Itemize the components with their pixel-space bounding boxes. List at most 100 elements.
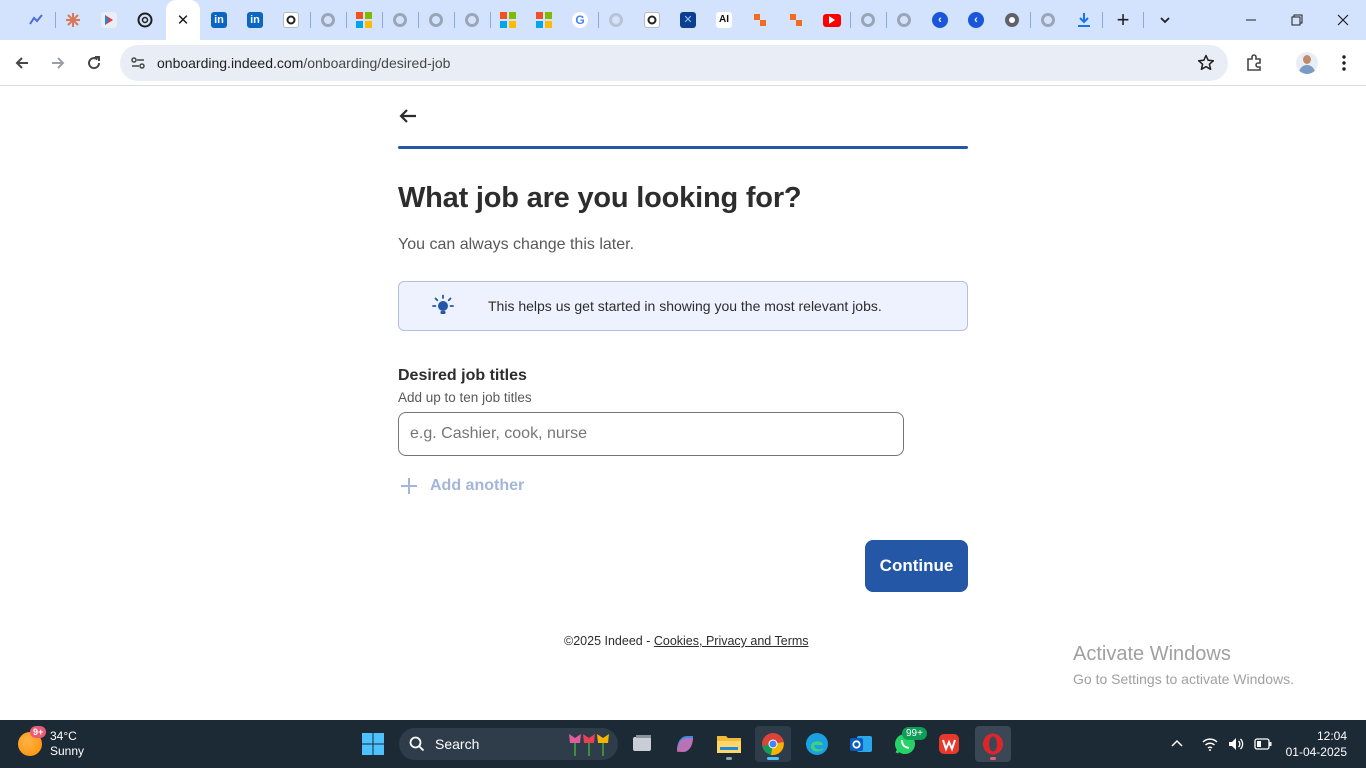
youtube-icon: [823, 13, 841, 27]
edge-button[interactable]: [799, 726, 835, 762]
tab-29[interactable]: [1030, 6, 1066, 34]
plus-icon: +: [1116, 7, 1130, 32]
tab-20[interactable]: AI: [706, 6, 742, 34]
tab-4[interactable]: [127, 6, 163, 34]
tab-14[interactable]: [490, 6, 526, 34]
tab-2[interactable]: [55, 6, 91, 34]
tab-26[interactable]: ‹: [922, 6, 958, 34]
back-step-button[interactable]: [396, 104, 420, 128]
tab-linkedin-2[interactable]: in: [237, 6, 273, 34]
tab-active-indeed[interactable]: ✕: [166, 0, 200, 40]
globe-icon: [320, 12, 336, 28]
running-indicator: [990, 757, 996, 760]
restore-button[interactable]: [1274, 0, 1320, 40]
reload-icon: [88, 56, 101, 70]
weather-widget[interactable]: 9+ 34°C Sunny: [18, 726, 85, 761]
reload-button[interactable]: [78, 47, 110, 79]
show-hidden-icons-button[interactable]: [1162, 726, 1192, 762]
back-button[interactable]: [6, 47, 38, 79]
puzzle-orange-icon: [752, 12, 768, 28]
globe-icon: [860, 12, 876, 28]
add-another-button[interactable]: Add another: [400, 474, 524, 498]
globe-icon: [1040, 12, 1056, 28]
taskbar-search[interactable]: Search: [399, 728, 618, 760]
opera-button[interactable]: [975, 726, 1011, 762]
close-window-button[interactable]: [1320, 0, 1366, 40]
tab-linkedin-1[interactable]: in: [201, 6, 237, 34]
job-titles-help: Add up to ten job titles: [398, 390, 532, 405]
restore-icon: [1291, 14, 1303, 26]
globe-icon: [428, 12, 444, 28]
system-status-button[interactable]: [1197, 726, 1277, 762]
address-bar[interactable]: onboarding.indeed.com/onboarding/desired…: [120, 45, 1228, 81]
watermark-title: Activate Windows: [1073, 643, 1231, 665]
windows-taskbar: 9+ 34°C Sunny Search 99+ 12:04 01-04-202…: [0, 720, 1366, 768]
tab-9[interactable]: [310, 6, 346, 34]
clock[interactable]: 12:04 01-04-2025: [1286, 728, 1347, 760]
tab-30[interactable]: [1066, 6, 1102, 34]
browser-toolbar: onboarding.indeed.com/onboarding/desired…: [0, 40, 1366, 86]
tab-25[interactable]: [886, 6, 922, 34]
volume-icon: [1229, 738, 1244, 750]
weather-condition: Sunny: [50, 744, 85, 758]
tab-12[interactable]: [418, 6, 454, 34]
tab-19[interactable]: ✕: [670, 6, 706, 34]
minimize-button[interactable]: [1228, 0, 1274, 40]
tab-strip: ✕ in in G ✕ AI ‹ ‹ +: [0, 0, 1366, 40]
extensions-button[interactable]: [1238, 47, 1270, 79]
start-button[interactable]: [355, 726, 391, 762]
profile-button[interactable]: [1291, 47, 1323, 79]
butterfly-icon: ✕: [680, 12, 696, 28]
menu-button[interactable]: [1328, 47, 1360, 79]
tab-21[interactable]: [742, 6, 778, 34]
weather-temperature: 34°C: [50, 729, 77, 743]
tab-24[interactable]: [850, 6, 886, 34]
globe-icon: [608, 12, 624, 28]
tab-search-button[interactable]: [1147, 6, 1183, 34]
file-explorer-button[interactable]: [711, 726, 747, 762]
tab-16[interactable]: G: [562, 6, 598, 34]
bookmark-button[interactable]: [1196, 53, 1216, 73]
tab-27[interactable]: ‹: [958, 6, 994, 34]
tab-15[interactable]: [526, 6, 562, 34]
whatsapp-badge: 99+: [902, 727, 927, 740]
tab-10[interactable]: [346, 6, 382, 34]
tab-23[interactable]: [814, 6, 850, 34]
outlook-button[interactable]: [843, 726, 879, 762]
globe-icon: [392, 12, 408, 28]
tab-18[interactable]: [634, 6, 670, 34]
ai-icon: AI: [716, 12, 732, 28]
copilot-button[interactable]: [667, 726, 703, 762]
avatar: [1296, 52, 1318, 74]
page-subtitle: You can always change this later.: [398, 236, 635, 253]
google-icon: G: [572, 12, 588, 28]
progress-bar: [398, 146, 968, 149]
job-titles-label: Desired job titles: [398, 367, 527, 384]
chrome-icon: [762, 733, 784, 756]
copilot-icon: [677, 736, 693, 752]
site-info-icon[interactable]: [128, 53, 148, 73]
job-title-input[interactable]: [398, 412, 904, 456]
tab-1[interactable]: [18, 6, 54, 34]
onboarding-page: What job are you looking for? You can al…: [0, 87, 1366, 720]
tab-17[interactable]: [598, 6, 634, 34]
tab-11[interactable]: [382, 6, 418, 34]
tab-22[interactable]: [778, 6, 814, 34]
add-another-label: Add another: [430, 477, 525, 494]
wps-button[interactable]: [931, 726, 967, 762]
app-icon: [644, 12, 660, 28]
new-tab-button[interactable]: +: [1105, 6, 1141, 34]
globe-icon: [896, 12, 912, 28]
linkedin-icon: in: [211, 12, 227, 28]
continue-button[interactable]: Continue: [865, 540, 968, 592]
windows-icon: [362, 733, 384, 755]
close-tab-icon[interactable]: ✕: [177, 11, 190, 29]
tab-13[interactable]: [454, 6, 490, 34]
tab-28[interactable]: [994, 6, 1030, 34]
tab-8[interactable]: [273, 6, 309, 34]
task-view-button[interactable]: [624, 726, 660, 762]
footer-terms-link[interactable]: Cookies, Privacy and Terms: [654, 634, 809, 648]
chrome-taskbar-button[interactable]: [755, 726, 791, 762]
forward-button[interactable]: [42, 47, 74, 79]
tab-3[interactable]: [91, 6, 127, 34]
